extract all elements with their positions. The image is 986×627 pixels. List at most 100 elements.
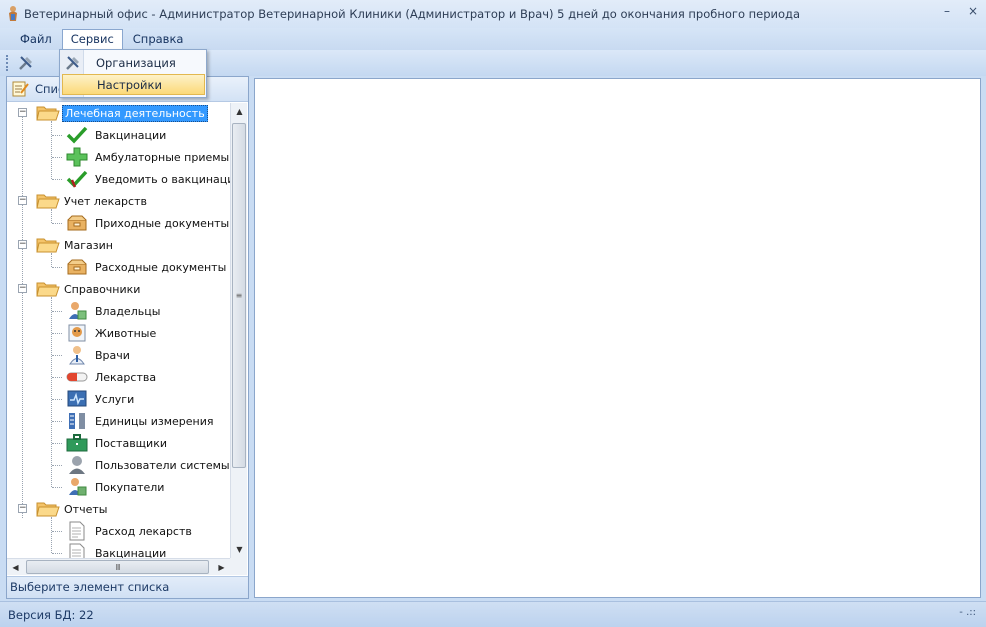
dropdown-item-organization[interactable]: Организация xyxy=(62,52,205,73)
tree-item[interactable]: Пользователи системы xyxy=(7,454,230,476)
minimize-button[interactable]: – xyxy=(934,0,960,22)
tree-item[interactable]: Животные xyxy=(7,322,158,344)
tree-item-label: Вакцинации xyxy=(95,546,167,559)
tree-item-label: Владельцы xyxy=(95,304,161,318)
tree-group[interactable]: − Отчеты xyxy=(7,498,109,520)
tree-item[interactable]: Приходные документы xyxy=(7,212,230,234)
tree-item[interactable]: Лекарства xyxy=(7,366,158,388)
resize-grip[interactable]: - .:: xyxy=(959,607,976,618)
tree-item[interactable]: Поставщики xyxy=(7,432,169,454)
toolbar-tools-button[interactable] xyxy=(15,52,37,74)
content-area[interactable] xyxy=(254,78,981,598)
tree-item[interactable]: Покупатели xyxy=(7,476,166,498)
box-icon xyxy=(65,256,89,278)
tree-item[interactable]: Амбулаторные приемы xyxy=(7,146,230,168)
collapse-toggle-icon[interactable]: − xyxy=(18,108,27,117)
tree-item[interactable]: Врачи xyxy=(7,344,132,366)
user-icon xyxy=(65,454,89,476)
tree-item-label: Услуги xyxy=(95,392,135,406)
scroll-thumb-horizontal[interactable]: III xyxy=(26,560,209,574)
tree-item-label: Амбулаторные приемы xyxy=(95,150,230,164)
tree-item-label: Вакцинации xyxy=(95,128,167,142)
tree-item[interactable]: Единицы измерения xyxy=(7,410,216,432)
pill-icon xyxy=(65,366,89,388)
buyer-icon xyxy=(65,476,89,498)
animal-icon xyxy=(65,322,89,344)
scroll-corner xyxy=(230,558,247,575)
tree-connector-line xyxy=(52,311,62,312)
scroll-thumb[interactable]: ≡ xyxy=(232,123,246,468)
folder-icon xyxy=(36,104,60,122)
scroll-left-arrow-icon[interactable]: ◀ xyxy=(7,559,24,576)
tree-group[interactable]: − Лечебная деятельность xyxy=(7,103,208,124)
menu-bar: Файл Сервис Справка xyxy=(0,28,986,51)
folder-icon xyxy=(36,500,60,518)
tree-connector-line xyxy=(52,223,62,224)
service-dropdown: Организация Настройки xyxy=(59,49,207,98)
folder-icon xyxy=(36,192,60,210)
briefcase-icon xyxy=(65,432,89,454)
collapse-toggle-icon[interactable]: − xyxy=(18,504,27,513)
menu-file[interactable]: Файл xyxy=(12,29,60,49)
panel-status: Выберите элемент списка xyxy=(7,576,248,598)
box-icon xyxy=(65,212,89,234)
app-icon xyxy=(4,4,22,24)
navigation-panel: Спис − Лечебная деятельность Вакцинации Амб… xyxy=(6,76,249,599)
tree-item-label: Покупатели xyxy=(95,480,165,494)
tree-item[interactable]: Владельцы xyxy=(7,300,162,322)
tree-item-label: Животные xyxy=(95,326,157,340)
monitor-icon xyxy=(65,388,89,410)
tree-connector-line xyxy=(52,421,62,422)
tree-item-label: Единицы измерения xyxy=(95,414,214,428)
checkmark-icon xyxy=(65,124,89,146)
folder-icon xyxy=(36,280,60,298)
collapse-toggle-icon[interactable]: − xyxy=(18,240,27,249)
tree-item[interactable]: Вакцинации xyxy=(7,542,168,558)
close-button[interactable]: × xyxy=(960,0,986,22)
scroll-up-arrow-icon[interactable]: ▲ xyxy=(231,103,248,120)
tree-group[interactable]: − Учет лекарств xyxy=(7,190,149,212)
tree-item[interactable]: Уведомить о вакцинациях xyxy=(7,168,230,190)
status-bar: Версия БД: 22 - .:: xyxy=(0,601,986,627)
tree-view[interactable]: − Лечебная деятельность Вакцинации Амбулато… xyxy=(7,103,230,558)
tree-group[interactable]: − Магазин xyxy=(7,234,115,256)
dropdown-label: Организация xyxy=(96,55,176,70)
tree-group-label: Отчеты xyxy=(64,502,108,516)
tree-item[interactable]: Вакцинации xyxy=(7,124,168,146)
tree-connector-line xyxy=(52,355,62,356)
horizontal-scrollbar[interactable]: ◀ III ▶ xyxy=(7,558,230,575)
vertical-scrollbar[interactable]: ▲ ≡ ▼ xyxy=(230,103,247,558)
tree-group[interactable]: − Справочники xyxy=(7,278,142,300)
tree-item-label: Расходные документы xyxy=(95,260,227,274)
dropdown-item-settings[interactable]: Настройки xyxy=(62,74,205,95)
scroll-right-arrow-icon[interactable]: ▶ xyxy=(213,559,230,576)
collapse-toggle-icon[interactable]: − xyxy=(18,196,27,205)
tree-item-label: Расход лекарств xyxy=(95,524,192,538)
tools-icon xyxy=(62,52,84,73)
tree-group-label: Справочники xyxy=(64,282,141,296)
tree-item-label: Приходные документы xyxy=(95,216,230,230)
tree-connector-line xyxy=(52,487,62,488)
collapse-toggle-icon[interactable]: − xyxy=(18,284,27,293)
tree-item[interactable]: Расходные документы xyxy=(7,256,228,278)
toolbar-grip[interactable] xyxy=(6,55,9,71)
title-bar: Ветеринарный офис - Администратор Ветери… xyxy=(0,0,986,28)
notepad-icon xyxy=(12,81,29,97)
tree-item[interactable]: Расход лекарств xyxy=(7,520,194,542)
folder-icon xyxy=(36,236,60,254)
menu-help[interactable]: Справка xyxy=(125,29,192,49)
tree-connector-line xyxy=(52,157,62,158)
owner-icon xyxy=(65,300,89,322)
check-notify-icon xyxy=(65,168,89,190)
tree-item-label: Лекарства xyxy=(95,370,157,384)
tree-connector-line xyxy=(52,443,62,444)
tree-connector-line xyxy=(52,553,62,554)
doctor-icon xyxy=(65,344,89,366)
menu-service[interactable]: Сервис xyxy=(61,29,123,51)
tree-item[interactable]: Услуги xyxy=(7,388,136,410)
tree-group-label: Лечебная деятельность xyxy=(62,104,208,122)
tree-connector-line xyxy=(52,531,62,532)
units-icon xyxy=(65,410,89,432)
tree-item-label: Поставщики xyxy=(95,436,167,450)
scroll-down-arrow-icon[interactable]: ▼ xyxy=(231,541,248,558)
